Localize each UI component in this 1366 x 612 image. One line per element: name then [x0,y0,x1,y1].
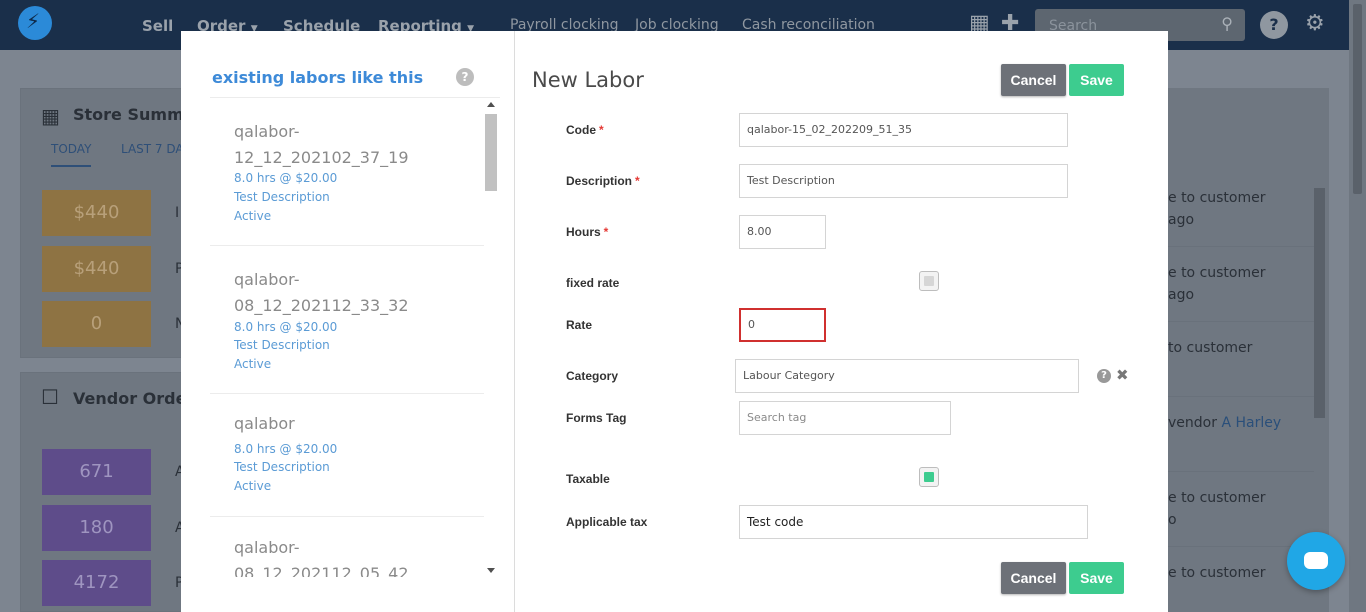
category-select[interactable]: Labour Category [735,359,1079,393]
category-label: Category [566,369,619,383]
activity-time: o [1168,512,1177,528]
vendor-orders-card: ☐ Vendor Orders 671 180 4172 A A P [20,372,204,612]
code-input[interactable]: qalabor-15_02_202209_51_35 [739,113,1068,147]
page-scrollbar-thumb[interactable] [1353,4,1362,194]
activity-item[interactable]: e to customer o [1146,472,1314,547]
chat-icon[interactable] [1287,532,1345,590]
cancel-button-bottom[interactable]: Cancel [1001,562,1066,594]
app-logo[interactable] [18,6,52,40]
rate-input[interactable]: 0 [739,308,826,342]
feed-scrollbar[interactable] [1314,188,1325,418]
labor-description: Test Description [234,460,330,474]
help-icon[interactable]: ? [456,68,474,86]
applicable-tax-label: Applicable tax [566,515,648,529]
taxable-checkbox[interactable] [919,467,939,487]
labor-status: Active [234,357,272,371]
description-input[interactable]: Test Description [739,164,1068,198]
new-labor-modal: existing labors like this ? qalabor-12_1… [181,31,1168,612]
activity-text: e to customer [1168,190,1266,206]
labor-name: qalabor-08_12_202112_05_42 [234,538,409,577]
store-summary-title: Store Summa [73,105,195,124]
applicable-tax-select[interactable]: Test code [739,505,1088,539]
vendor-orders-icon: ☐ [41,385,59,409]
activity-time: ago [1168,287,1195,303]
labor-description: Test Description [234,338,330,352]
store-icon: ▦ [41,104,60,128]
store-tile[interactable]: $440 [42,190,151,236]
hours-input[interactable]: 8.00 [739,215,826,249]
new-labor-form: New Labor Cancel Save Code * qalabor-15_0… [515,31,1168,612]
save-button[interactable]: Save [1069,64,1124,96]
activity-feed-panel: e to customer ago e to customer ago to c… [1146,88,1329,612]
existing-labors-pane: existing labors like this ? qalabor-12_1… [181,31,515,612]
labor-name: qalabor-12_12_202102_37_19 [234,122,409,167]
labor-rate: 8.0 hrs @ $20.00 [234,171,338,185]
cancel-button[interactable]: Cancel [1001,64,1066,96]
labor-rate: 8.0 hrs @ $20.00 [234,442,338,456]
fixed-rate-checkbox[interactable] [919,271,939,291]
activity-text: to customer [1168,340,1253,356]
labor-description: Test Description [234,190,330,204]
labor-status: Active [234,209,272,223]
description-label: Description * [566,174,640,188]
vendor-link[interactable]: A Harley [1221,415,1281,431]
code-label: Code * [566,123,604,137]
activity-item[interactable]: to customer [1146,322,1314,397]
labors-list-scrollbar[interactable] [483,100,499,577]
forms-tag-input[interactable]: Search tag [739,401,951,435]
form-title: New Labor [532,68,644,92]
scroll-up-icon[interactable] [487,102,495,107]
activity-text: e to customer [1168,490,1266,506]
labor-rate: 8.0 hrs @ $20.00 [234,320,338,334]
labors-list-scrollbar-thumb[interactable] [485,114,497,191]
list-item[interactable]: qalabor 8.0 hrs @ $20.00 Test Descriptio… [210,394,484,517]
vendor-tile[interactable]: 180 [42,505,151,551]
labor-name: qalabor-08_12_202112_33_32 [234,270,409,315]
activity-item[interactable]: e to customer ago [1146,172,1314,247]
forms-tag-label: Forms Tag [566,411,627,425]
existing-labors-title: existing labors like this [212,68,424,87]
tab-today[interactable]: TODAY [51,142,92,167]
store-tile-label: I [175,205,180,221]
activity-text: vendor A Harley [1168,415,1282,431]
save-button-bottom[interactable]: Save [1069,562,1124,594]
activity-item[interactable]: e to customer ago [1146,247,1314,322]
help-icon[interactable]: ? [1260,11,1288,39]
list-item[interactable]: qalabor-12_12_202102_37_19 8.0 hrs @ $20… [210,98,484,246]
activity-item[interactable]: vendor A Harley [1146,397,1314,472]
tab-last-7-days[interactable]: LAST 7 DA [121,142,184,156]
page-scrollbar[interactable] [1349,0,1366,612]
scroll-down-icon[interactable] [487,568,495,573]
close-icon[interactable]: ✖ [1116,366,1129,384]
taxable-label: Taxable [566,472,610,486]
hours-label: Hours * [566,225,609,239]
existing-labors-list: qalabor-12_12_202102_37_19 8.0 hrs @ $20… [210,97,500,577]
store-summary-card: ▦ Store Summa TODAY LAST 7 DA $440 $440 … [20,88,195,358]
store-tile[interactable]: 0 [42,301,151,347]
fixed-rate-label: fixed rate [566,276,620,290]
rate-label: Rate [566,318,593,332]
gear-icon[interactable]: ⚙ [1305,11,1325,36]
vendor-tile[interactable]: 671 [42,449,151,495]
activity-time: ago [1168,212,1195,228]
nav-sell[interactable]: Sell [142,17,173,35]
store-tile[interactable]: $440 [42,246,151,292]
activity-text: e to customer [1168,265,1266,281]
activity-text: e to customer [1168,565,1266,581]
vendor-tile[interactable]: 4172 [42,560,151,606]
labor-name: qalabor [234,414,295,433]
labor-status: Active [234,479,272,493]
list-item[interactable]: qalabor-08_12_202112_33_32 8.0 hrs @ $20… [210,246,484,394]
category-help-icon[interactable]: ? [1097,369,1111,383]
list-item[interactable]: qalabor-08_12_202112_05_42 [210,517,484,577]
search-icon[interactable]: ⚲ [1221,14,1233,33]
